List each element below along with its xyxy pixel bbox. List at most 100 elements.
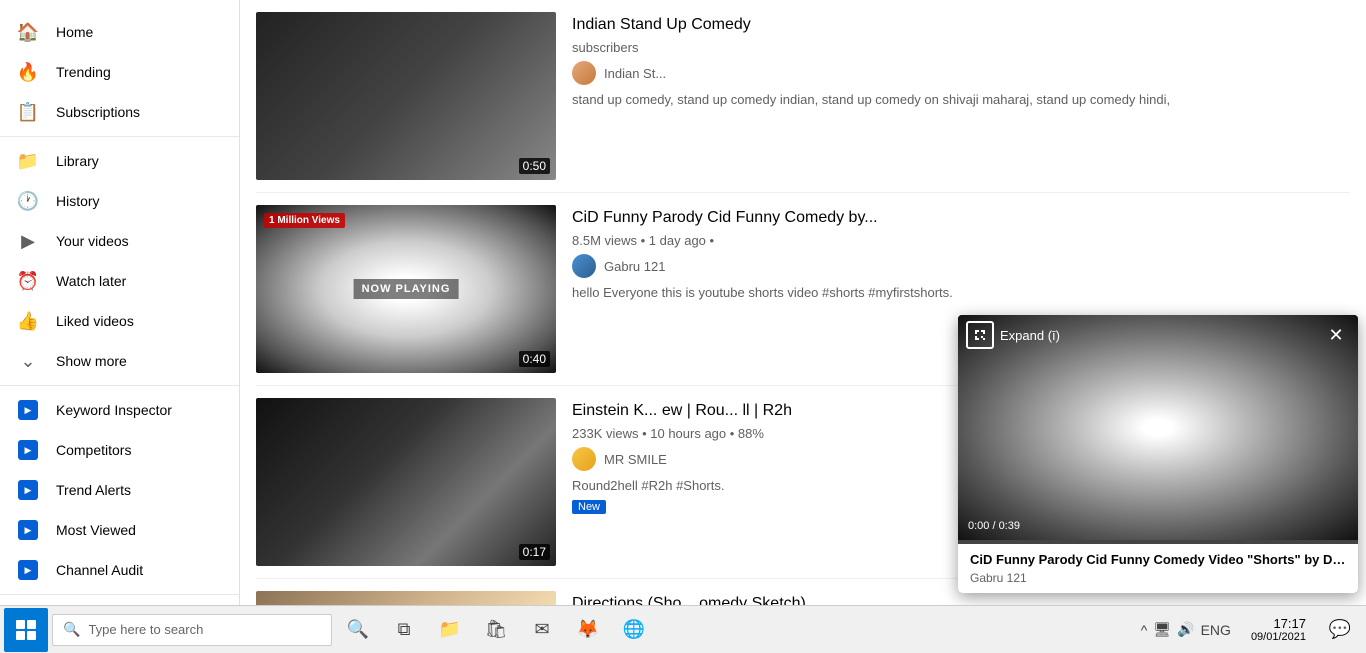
sidebar: 🏠 Home 🔥 Trending 📋 Subscriptions 📁 Libr…: [0, 0, 240, 605]
sidebar-item-keyword-inspector[interactable]: Keyword Inspector: [0, 390, 239, 430]
sidebar-label-watch-later: Watch later: [56, 273, 126, 289]
mini-player-title: CiD Funny Parody Cid Funny Comedy Video …: [970, 552, 1346, 569]
video-thumbnail-1[interactable]: 0:50: [256, 12, 556, 180]
video-thumbnail-4[interactable]: [256, 591, 556, 605]
watch-later-icon: ⏰: [16, 269, 40, 293]
tray-chevron-icon[interactable]: ^: [1141, 622, 1148, 638]
windows-logo-icon: [16, 620, 36, 640]
taskbar: 🔍 Type here to search 🔍 ⧉ 📁 🛍 ✉ 🦊 🌐 ^ 🖥 …: [0, 605, 1366, 653]
clock-time: 17:17: [1251, 616, 1306, 631]
video-title-2[interactable]: CiD Funny Parody Cid Funny Comedy by...: [572, 207, 1350, 229]
video-duration-3: 0:17: [519, 544, 550, 560]
sidebar-label-keyword-inspector: Keyword Inspector: [56, 402, 172, 418]
taskbar-right: ^ 🖥 🔊 ENG 17:17 09/01/2021 💬: [1133, 608, 1362, 652]
video-info-2: CiD Funny Parody Cid Funny Comedy by... …: [572, 205, 1350, 303]
sidebar-item-your-videos[interactable]: ▶ Your videos: [0, 221, 239, 261]
video-info-4: Directions (Sho... omedy Sketch): [572, 591, 1350, 605]
video-title-4[interactable]: Directions (Sho... omedy Sketch): [572, 593, 1350, 605]
channel-audit-icon: [16, 558, 40, 582]
video-duration-1: 0:50: [519, 158, 550, 174]
history-icon: 🕐: [16, 189, 40, 213]
mini-player-info: CiD Funny Parody Cid Funny Comedy Video …: [958, 544, 1358, 593]
video-desc-2: hello Everyone this is youtube shorts vi…: [572, 284, 1350, 302]
sidebar-item-channel-audit[interactable]: Channel Audit: [0, 550, 239, 590]
table-row: 0:50 Indian Stand Up Comedy subscribers …: [256, 0, 1350, 193]
video-thumbnail-2[interactable]: 1 Million Views NOW PLAYING 0:40: [256, 205, 556, 373]
sidebar-item-trend-alerts[interactable]: Trend Alerts: [0, 470, 239, 510]
trending-icon: 🔥: [16, 60, 40, 84]
home-icon: 🏠: [16, 20, 40, 44]
system-tray: ^ 🖥 🔊 ENG: [1133, 621, 1239, 638]
liked-icon: 👍: [16, 309, 40, 333]
sidebar-item-liked-videos[interactable]: 👍 Liked videos: [0, 301, 239, 341]
channel-name-3[interactable]: MR SMILE: [604, 452, 667, 467]
sidebar-label-subscriptions: Subscriptions: [56, 104, 140, 120]
notification-icon: 💬: [1329, 619, 1351, 640]
tray-volume-icon[interactable]: 🔊: [1177, 621, 1194, 638]
taskbar-firefox-button[interactable]: 🦊: [566, 608, 610, 652]
sidebar-item-show-more[interactable]: ⌄ Show more: [0, 341, 239, 381]
library-icon: 📁: [16, 149, 40, 173]
competitors-icon: [16, 438, 40, 462]
search-placeholder: Type here to search: [88, 622, 203, 637]
keyword-inspector-icon: [16, 398, 40, 422]
mini-player: Expand (ī) ✕ ⏭ 0:00 / 0:39 CiD Funny Par…: [958, 315, 1358, 593]
sidebar-item-library[interactable]: 📁 Library: [0, 141, 239, 181]
search-icon: 🔍: [63, 621, 80, 638]
taskbar-app-icons: 🔍 ⧉ 📁 🛍 ✉ 🦊 🌐: [336, 608, 656, 652]
sidebar-item-most-viewed[interactable]: Most Viewed: [0, 510, 239, 550]
tray-language-icon[interactable]: ENG: [1201, 622, 1231, 638]
sidebar-section-library: 📁 Library 🕐 History ▶ Your videos ⏰ Watc…: [0, 137, 239, 386]
channel-row-2: Gabru 121: [572, 254, 1350, 278]
sidebar-item-trending[interactable]: 🔥 Trending: [0, 52, 239, 92]
taskbar-file-explorer-button[interactable]: 📁: [428, 608, 472, 652]
sidebar-label-most-viewed: Most Viewed: [56, 522, 136, 538]
channel-avatar-3: [572, 447, 596, 471]
video-duration-2: 0:40: [519, 351, 550, 367]
taskbar-store-button[interactable]: 🛍: [474, 608, 518, 652]
channel-row-1: Indian St...: [572, 61, 1350, 85]
expand-label: Expand (ī): [1000, 328, 1060, 343]
taskbar-search[interactable]: 🔍 Type here to search: [52, 614, 332, 646]
clock-date: 09/01/2021: [1251, 631, 1306, 643]
sidebar-item-history[interactable]: 🕐 History: [0, 181, 239, 221]
taskbar-chrome-button[interactable]: 🌐: [612, 608, 656, 652]
channel-name-2[interactable]: Gabru 121: [604, 259, 665, 274]
video-stats-1: subscribers: [572, 40, 1350, 55]
tray-network-icon[interactable]: 🖥: [1153, 621, 1171, 638]
subscriptions-icon: 📋: [16, 100, 40, 124]
video-stats-2: 8.5M views • 1 day ago •: [572, 233, 1350, 248]
sidebar-item-watch-later[interactable]: ⏰ Watch later: [0, 261, 239, 301]
video-info-1: Indian Stand Up Comedy subscribers India…: [572, 12, 1350, 110]
sidebar-item-competitors[interactable]: Competitors: [0, 430, 239, 470]
views-badge-2: 1 Million Views: [264, 213, 345, 228]
sidebar-label-trending: Trending: [56, 64, 111, 80]
sidebar-label-your-videos: Your videos: [56, 233, 129, 249]
mini-next-button[interactable]: ⏭: [1145, 411, 1170, 444]
channel-name-1[interactable]: Indian St...: [604, 66, 666, 81]
sidebar-section-main: 🏠 Home 🔥 Trending 📋 Subscriptions: [0, 8, 239, 137]
mini-player-close-button[interactable]: ✕: [1322, 321, 1350, 349]
sidebar-section-ext: Keyword Inspector Competitors Trend Aler…: [0, 386, 239, 595]
video-title-1[interactable]: Indian Stand Up Comedy: [572, 14, 1350, 36]
mini-player-progress-bar[interactable]: [958, 540, 1358, 544]
taskbar-task-view-button[interactable]: ⧉: [382, 608, 426, 652]
trend-alerts-icon: [16, 478, 40, 502]
sidebar-label-history: History: [56, 193, 100, 209]
video-thumbnail-3[interactable]: 0:17: [256, 398, 556, 566]
most-viewed-icon: [16, 518, 40, 542]
taskbar-search-button[interactable]: 🔍: [336, 608, 380, 652]
clock[interactable]: 17:17 09/01/2021: [1243, 616, 1314, 643]
sidebar-item-home[interactable]: 🏠 Home: [0, 12, 239, 52]
sidebar-label-trend-alerts: Trend Alerts: [56, 482, 131, 498]
expand-icon: [966, 321, 994, 349]
mini-player-channel: Gabru 121: [970, 571, 1346, 585]
mini-player-expand-button[interactable]: Expand (ī): [966, 321, 1060, 349]
channel-avatar-2: [572, 254, 596, 278]
sidebar-item-subscriptions[interactable]: 📋 Subscriptions: [0, 92, 239, 132]
taskbar-mail-button[interactable]: ✉: [520, 608, 564, 652]
sidebar-label-competitors: Competitors: [56, 442, 131, 458]
notification-button[interactable]: 💬: [1318, 608, 1362, 652]
start-button[interactable]: [4, 608, 48, 652]
sidebar-label-library: Library: [56, 153, 99, 169]
